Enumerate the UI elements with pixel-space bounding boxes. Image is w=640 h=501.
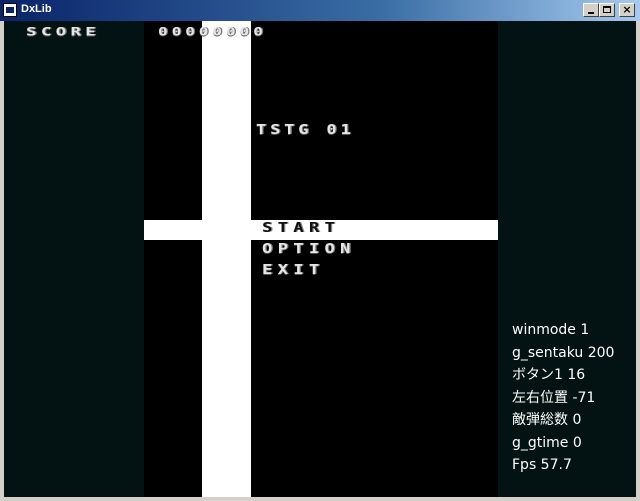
game-title: TSTG 01 [256,123,355,138]
left-side-panel [4,21,144,497]
window-title: DxLib [21,3,52,15]
score-label: SCORE [26,25,101,39]
minimize-icon [588,12,594,14]
app-icon[interactable] [3,3,17,17]
title-bar[interactable]: DxLib × [0,0,640,21]
debug-line-button: ボタン1 16 [512,367,586,383]
maximize-icon [603,6,611,13]
selection-bar-left [144,220,202,240]
playfield [144,21,498,497]
debug-info-panel: winmode 1 g_sentaku 200 ボタン1 16 左右位置 -71… [512,319,636,477]
debug-line-sentaku: g_sentaku 200 [512,344,615,361]
menu-item-option[interactable]: OPTION [262,242,356,257]
menu-item-exit[interactable]: EXIT [262,263,324,278]
game-window: DxLib × SCORE 00000000 TSTG 01 START OPT… [0,0,640,501]
debug-line-gtime: g_gtime 0 [512,434,582,451]
debug-line-winmode: winmode 1 [512,322,590,338]
debug-line-fps: Fps 57.7 [512,457,572,473]
minimize-button[interactable] [583,3,599,17]
debug-line-position: 左右位置 -71 [512,389,596,406]
close-icon: × [622,3,632,16]
vertical-highlight-stripe [202,21,251,497]
close-button[interactable]: × [619,3,635,17]
maximize-button[interactable] [599,3,615,17]
debug-line-enemy-bullets: 敵弾総数 0 [512,412,582,428]
score-value: 00000000 [158,25,267,39]
menu-item-start[interactable]: START [262,221,340,236]
